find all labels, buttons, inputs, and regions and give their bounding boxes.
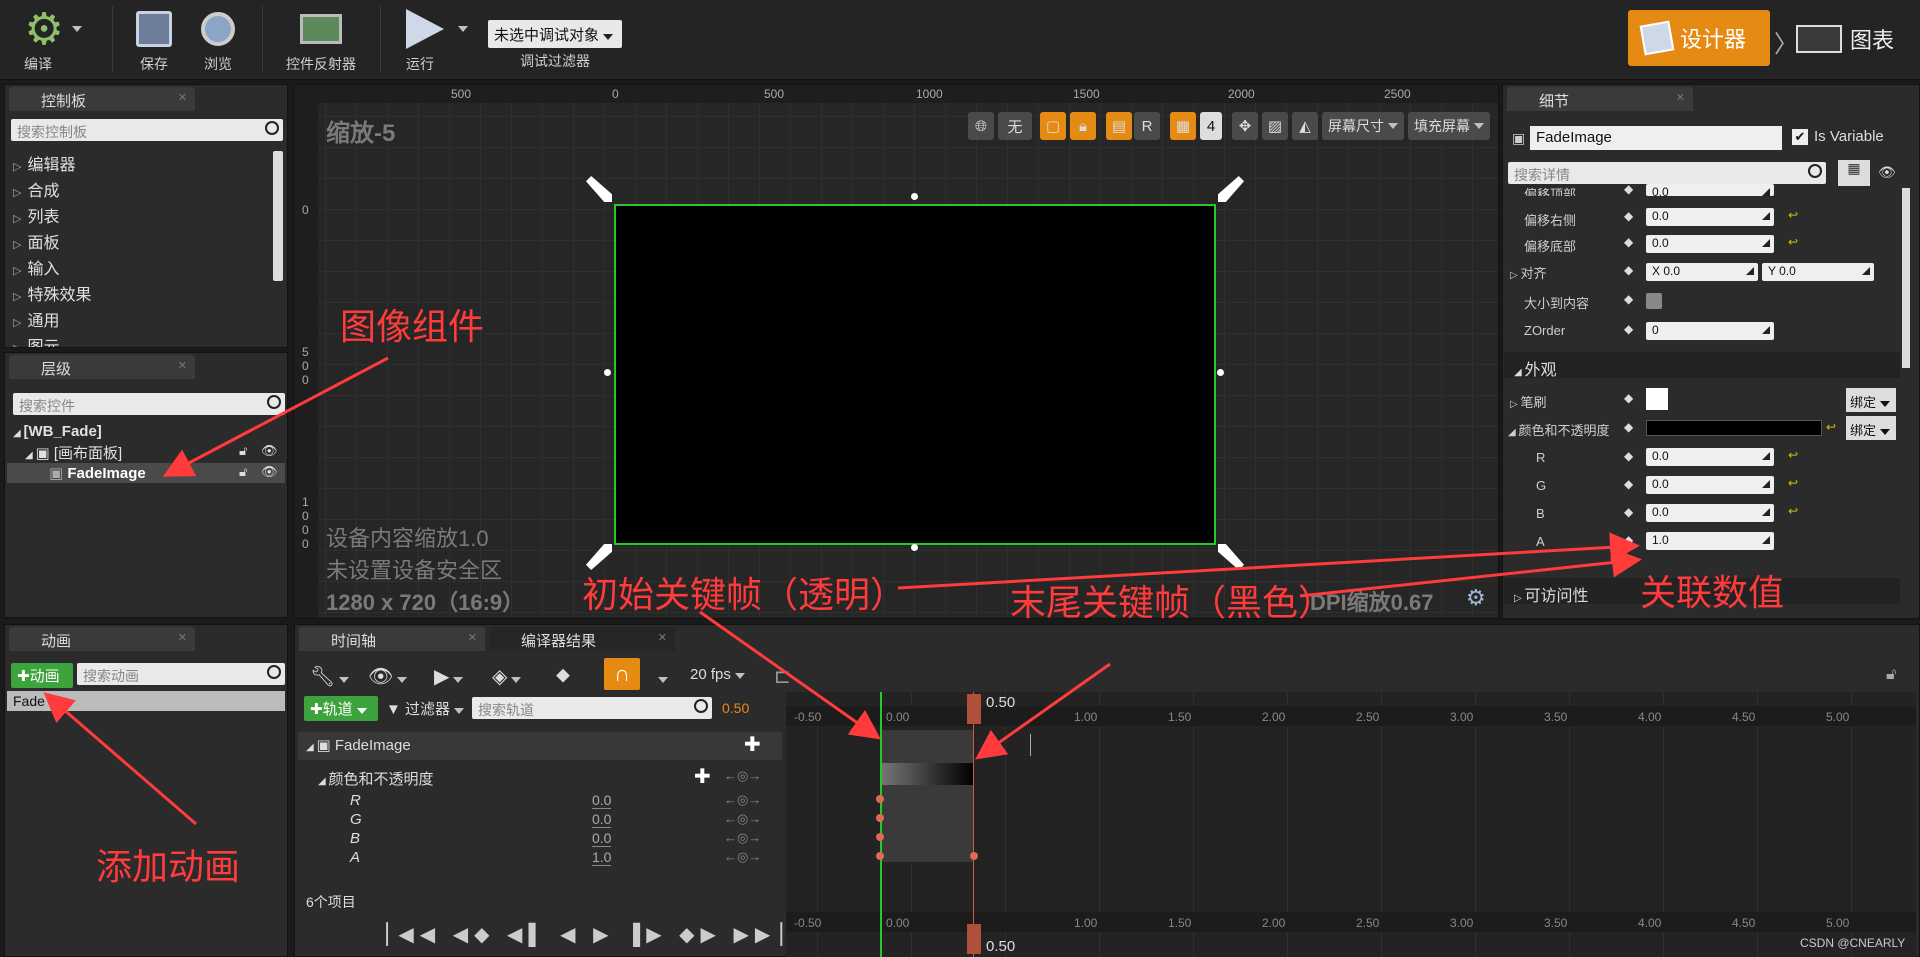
annotation-linked-value: 关联数值 — [1640, 572, 1785, 613]
annotation-start-keyframe: 初始关键帧（透明） — [582, 574, 907, 615]
annotation-arrows — [43, 356, 1642, 826]
annotation-add-animation: 添加动画 — [96, 846, 241, 887]
annotation-image-component: 图像组件 — [340, 306, 485, 347]
annotation-end-keyframe: 末尾关键帧（黑色） — [1010, 582, 1335, 623]
watermark: CSDN @CNEARLY — [1800, 936, 1906, 950]
